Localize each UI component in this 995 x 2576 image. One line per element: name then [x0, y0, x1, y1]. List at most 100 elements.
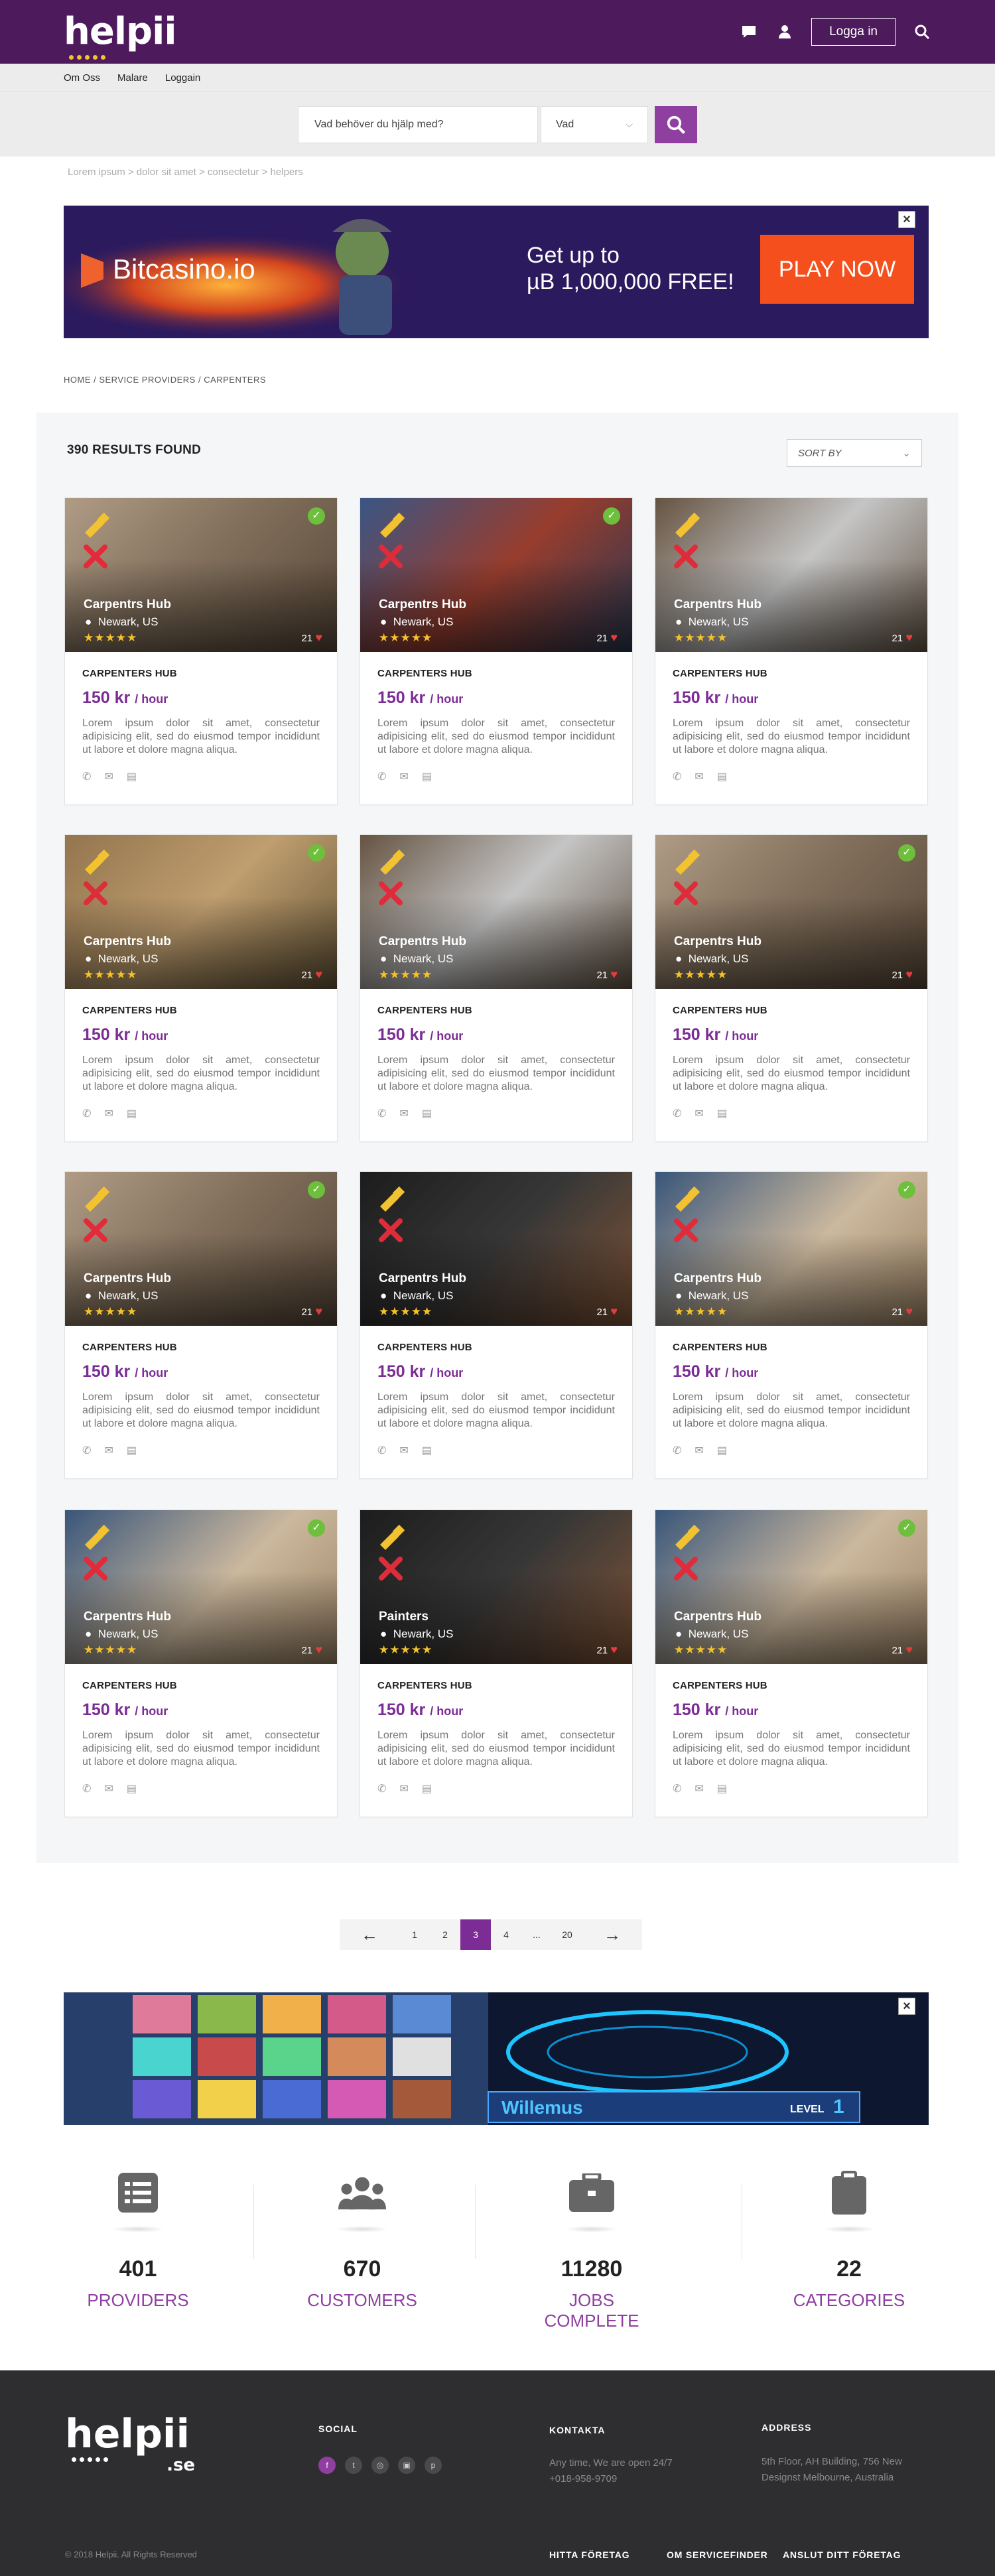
provider-photo[interactable]: ✓ Carpentrs Hub ● Newark, US ★★★★★ 21 ♥	[65, 1510, 337, 1664]
note-icon[interactable]: ▤	[717, 770, 727, 783]
heart-icon[interactable]: ♥	[905, 1643, 913, 1656]
note-icon[interactable]: ▤	[127, 1782, 137, 1795]
note-icon[interactable]: ▤	[717, 1444, 727, 1457]
provider-card[interactable]: Carpentrs Hub ● Newark, US ★★★★★ 21 ♥ CA…	[655, 497, 928, 805]
message-icon[interactable]: ✉	[104, 1107, 113, 1120]
phone-icon[interactable]: ✆	[673, 1782, 681, 1795]
provider-card[interactable]: ✓ Carpentrs Hub ● Newark, US ★★★★★ 21 ♥ …	[655, 834, 928, 1142]
nav-malare[interactable]: Malare	[117, 72, 148, 84]
provider-card[interactable]: ✓ Carpentrs Hub ● Newark, US ★★★★★ 21 ♥ …	[655, 1510, 928, 1817]
page-20[interactable]: 20	[552, 1919, 582, 1950]
provider-card[interactable]: Carpentrs Hub ● Newark, US ★★★★★ 21 ♥ CA…	[360, 1171, 633, 1479]
phone-icon[interactable]: ✆	[377, 1444, 386, 1457]
ad-cta-button[interactable]: PLAY NOW	[760, 235, 914, 304]
favorite-count[interactable]: 21 ♥	[596, 1305, 618, 1319]
page-3-active[interactable]: 3	[460, 1919, 491, 1950]
footer-link-anslut[interactable]: ANSLUT DITT FÖRETAG	[783, 2549, 901, 2560]
message-icon[interactable]: ✉	[695, 770, 703, 783]
provider-photo[interactable]: ✓ Carpentrs Hub ● Newark, US ★★★★★ 21 ♥	[655, 1510, 927, 1664]
message-icon[interactable]: ✉	[399, 770, 408, 783]
note-icon[interactable]: ▤	[127, 1444, 137, 1457]
favorite-count[interactable]: 21 ♥	[301, 968, 322, 982]
nav-loggain[interactable]: Loggain	[165, 72, 200, 84]
favorite-count[interactable]: 21 ♥	[892, 1643, 913, 1657]
phone-icon[interactable]: ✆	[673, 770, 681, 783]
message-icon[interactable]: ✉	[399, 1444, 408, 1457]
heart-icon[interactable]: ♥	[315, 631, 322, 644]
login-button[interactable]: Logga in	[811, 18, 896, 46]
heart-icon[interactable]: ♥	[315, 1643, 322, 1656]
provider-card[interactable]: ✓ Carpentrs Hub ● Newark, US ★★★★★ 21 ♥ …	[360, 497, 633, 805]
phone-icon[interactable]: ✆	[377, 770, 386, 783]
bottom-banner-ad[interactable]: Willemus LEVEL 1 ×	[64, 1992, 929, 2125]
provider-photo[interactable]: ✓ Carpentrs Hub ● Newark, US ★★★★★ 21 ♥	[655, 1172, 927, 1326]
footer-logo[interactable]: helpii .se	[65, 2414, 195, 2474]
favorite-count[interactable]: 21 ♥	[301, 631, 322, 645]
phone-icon[interactable]: ✆	[82, 1444, 91, 1457]
page-1[interactable]: 1	[399, 1919, 430, 1950]
provider-photo[interactable]: ✓ Carpentrs Hub ● Newark, US ★★★★★ 21 ♥	[65, 498, 337, 652]
message-icon[interactable]: ✉	[104, 1782, 113, 1795]
provider-photo[interactable]: ✓ Carpentrs Hub ● Newark, US ★★★★★ 21 ♥	[65, 835, 337, 989]
phone-icon[interactable]: ✆	[377, 1107, 386, 1120]
provider-card[interactable]: Carpentrs Hub ● Newark, US ★★★★★ 21 ♥ CA…	[360, 834, 633, 1142]
note-icon[interactable]: ▤	[717, 1782, 727, 1795]
twitter-icon[interactable]: t	[345, 2457, 362, 2474]
provider-card[interactable]: ✓ Carpentrs Hub ● Newark, US ★★★★★ 21 ♥ …	[64, 1171, 338, 1479]
note-icon[interactable]: ▤	[422, 1444, 432, 1457]
provider-photo[interactable]: ✓ Carpentrs Hub ● Newark, US ★★★★★ 21 ♥	[655, 835, 927, 989]
phone-icon[interactable]: ✆	[82, 770, 91, 783]
provider-photo[interactable]: Painters ● Newark, US ★★★★★ 21 ♥	[360, 1510, 632, 1664]
provider-photo[interactable]: ✓ Carpentrs Hub ● Newark, US ★★★★★ 21 ♥	[65, 1172, 337, 1326]
ad-close-button[interactable]: ×	[898, 1998, 915, 2015]
next-page-button[interactable]: →	[582, 1919, 642, 1950]
heart-icon[interactable]: ♥	[905, 968, 913, 981]
instagram-icon[interactable]: ▣	[398, 2457, 415, 2474]
favorite-count[interactable]: 21 ♥	[596, 631, 618, 645]
favorite-count[interactable]: 21 ♥	[596, 968, 618, 982]
search-button[interactable]	[655, 105, 697, 143]
message-icon[interactable]: ✉	[104, 1444, 113, 1457]
provider-card[interactable]: ✓ Carpentrs Hub ● Newark, US ★★★★★ 21 ♥ …	[64, 497, 338, 805]
heart-icon[interactable]: ♥	[315, 968, 322, 981]
message-icon[interactable]: ✉	[695, 1444, 703, 1457]
page-2[interactable]: 2	[430, 1919, 460, 1950]
chat-icon[interactable]	[740, 23, 758, 41]
category-select[interactable]: Vad ⌵	[541, 105, 648, 143]
contact-phone[interactable]: +018-958-9709	[549, 2471, 617, 2487]
note-icon[interactable]: ▤	[422, 770, 432, 783]
ad-close-button[interactable]: ×	[898, 211, 915, 228]
phone-icon[interactable]: ✆	[673, 1107, 681, 1120]
heart-icon[interactable]: ♥	[610, 631, 618, 644]
favorite-count[interactable]: 21 ♥	[301, 1643, 322, 1657]
message-icon[interactable]: ✉	[695, 1782, 703, 1795]
search-icon[interactable]	[913, 23, 931, 41]
sort-by-select[interactable]: SORT BY ⌄	[787, 439, 922, 467]
provider-photo[interactable]: ✓ Carpentrs Hub ● Newark, US ★★★★★ 21 ♥	[360, 498, 632, 652]
provider-photo[interactable]: Carpentrs Hub ● Newark, US ★★★★★ 21 ♥	[360, 1172, 632, 1326]
favorite-count[interactable]: 21 ♥	[892, 1305, 913, 1319]
phone-icon[interactable]: ✆	[377, 1782, 386, 1795]
heart-icon[interactable]: ♥	[610, 1643, 618, 1656]
phone-icon[interactable]: ✆	[82, 1782, 91, 1795]
page-4[interactable]: 4	[491, 1919, 521, 1950]
message-icon[interactable]: ✉	[399, 1782, 408, 1795]
top-banner-ad[interactable]: Bitcasino.io Get up to µB 1,000,000 FREE…	[64, 206, 929, 338]
provider-card[interactable]: Painters ● Newark, US ★★★★★ 21 ♥ CARPENT…	[360, 1510, 633, 1817]
footer-link-hitta[interactable]: HITTA FÖRETAG	[549, 2549, 630, 2560]
heart-icon[interactable]: ♥	[610, 968, 618, 981]
provider-photo[interactable]: Carpentrs Hub ● Newark, US ★★★★★ 21 ♥	[360, 835, 632, 989]
provider-photo[interactable]: Carpentrs Hub ● Newark, US ★★★★★ 21 ♥	[655, 498, 927, 652]
search-input[interactable]: Vad behöver du hjälp med?	[298, 105, 538, 143]
note-icon[interactable]: ▤	[717, 1107, 727, 1120]
message-icon[interactable]: ✉	[104, 770, 113, 783]
note-icon[interactable]: ▤	[422, 1782, 432, 1795]
heart-icon[interactable]: ♥	[905, 1305, 913, 1318]
favorite-count[interactable]: 21 ♥	[596, 1643, 618, 1657]
note-icon[interactable]: ▤	[127, 770, 137, 783]
footer-link-om[interactable]: OM SERVICEFINDER	[667, 2549, 768, 2560]
heart-icon[interactable]: ♥	[905, 631, 913, 644]
phone-icon[interactable]: ✆	[82, 1107, 91, 1120]
phone-icon[interactable]: ✆	[673, 1444, 681, 1457]
message-icon[interactable]: ✉	[695, 1107, 703, 1120]
